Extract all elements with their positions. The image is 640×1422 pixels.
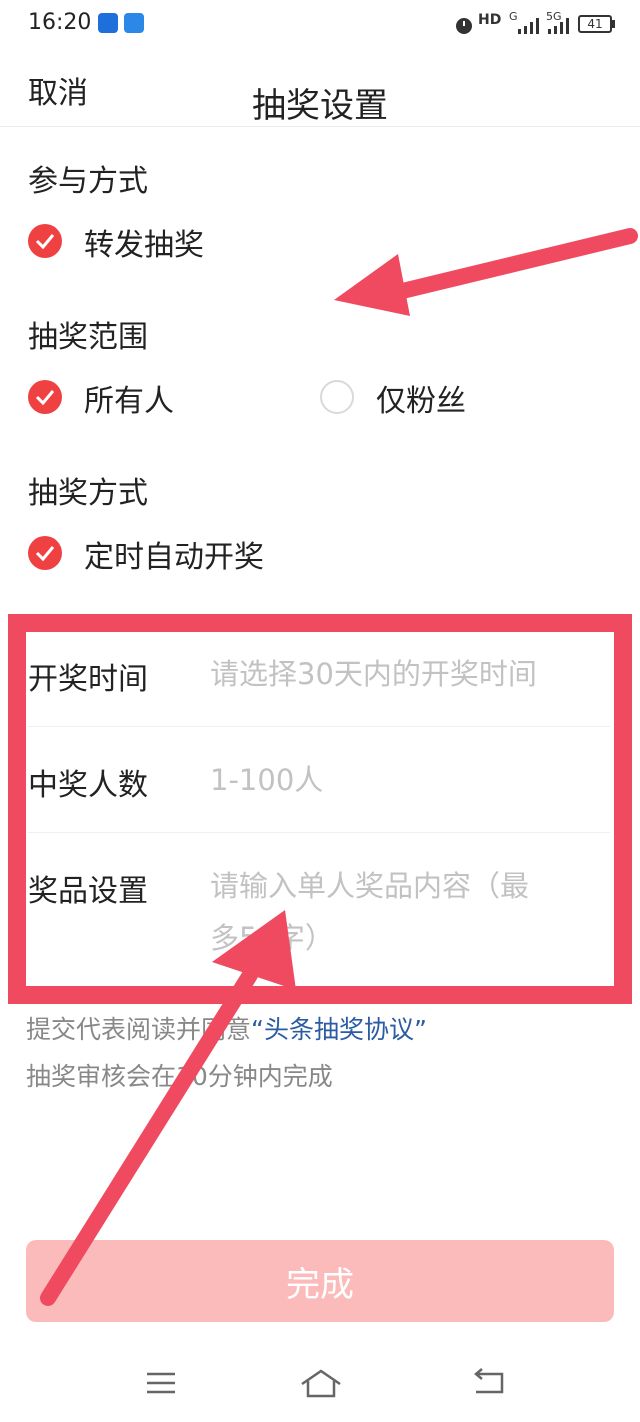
review-note: 抽奖审核会在30分钟内完成 (26, 1062, 333, 1091)
option-repost-draw[interactable]: 转发抽奖 (28, 218, 268, 264)
done-button[interactable]: 完成 (26, 1240, 614, 1322)
network-hd: HD (478, 12, 502, 28)
agreement-link[interactable]: “头条抽奖协议” (251, 1015, 427, 1044)
shield-icon (98, 13, 118, 33)
signal-icon (518, 18, 539, 34)
menu-icon[interactable] (145, 1368, 177, 1398)
badge-icon (124, 13, 144, 33)
option-timed-draw[interactable]: 定时自动开奖 (28, 530, 328, 576)
page-title: 抽奖设置 (252, 86, 388, 126)
status-bar: 16:20 HD G 5G 41 (0, 0, 640, 50)
radio-unchecked-icon (320, 380, 354, 414)
annotation-highlight-box (8, 614, 632, 1004)
option-label: 仅粉丝 (376, 384, 466, 419)
option-label: 定时自动开奖 (84, 540, 264, 575)
method-label: 抽奖方式 (28, 476, 148, 511)
signal-icon (548, 18, 569, 34)
check-icon (28, 380, 62, 414)
battery-icon: 41 (578, 15, 612, 33)
header-divider (0, 126, 640, 127)
status-time: 16:20 (28, 10, 92, 35)
option-fans-only[interactable]: 仅粉丝 (320, 374, 520, 420)
check-icon (28, 224, 62, 258)
option-label: 转发抽奖 (84, 228, 204, 263)
back-icon[interactable] (472, 1368, 506, 1398)
participation-label: 参与方式 (28, 164, 148, 199)
network-g: G (509, 10, 518, 23)
check-icon (28, 536, 62, 570)
scope-label: 抽奖范围 (28, 320, 148, 355)
alarm-icon (456, 18, 472, 34)
agreement-prefix: 提交代表阅读并同意 (26, 1015, 252, 1044)
battery-tip (612, 20, 615, 28)
option-everyone[interactable]: 所有人 (28, 374, 228, 420)
option-label: 所有人 (84, 384, 174, 419)
annotation-arrow-upper (334, 228, 638, 316)
home-icon[interactable] (299, 1368, 343, 1400)
agreement-text: 提交代表阅读并同意“头条抽奖协议” (26, 1010, 427, 1046)
